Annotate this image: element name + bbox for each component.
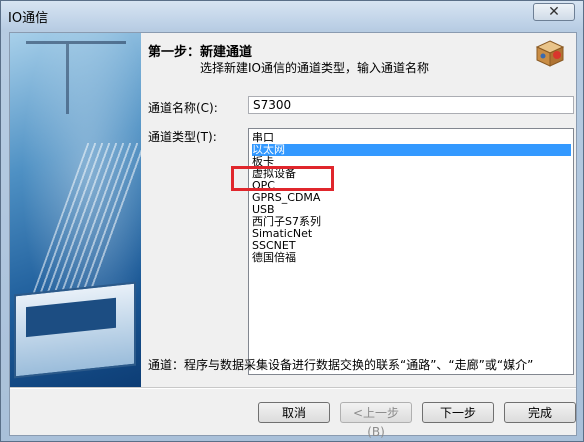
device-graphic bbox=[14, 281, 136, 379]
step-description: 选择新建IO通信的通道类型，输入通道名称 bbox=[200, 61, 429, 75]
finish-button[interactable]: 完成 bbox=[504, 402, 576, 423]
cancel-button[interactable]: 取消 bbox=[258, 402, 330, 423]
title-bar[interactable]: IO通信 ✕ bbox=[1, 1, 583, 29]
channel-description: 通道：程序与数据采集设备进行数据交换的联系“通路”、“走廊”或“媒介” bbox=[148, 358, 534, 372]
next-step-button[interactable]: 下一步 bbox=[422, 402, 494, 423]
channel-type-item[interactable]: 德国倍福 bbox=[252, 252, 571, 264]
window-title: IO通信 bbox=[8, 11, 49, 26]
footer-divider bbox=[10, 387, 576, 389]
channel-type-item[interactable]: GPRS_CDMA bbox=[252, 192, 571, 204]
io-dialog-window: IO通信 ✕ 第一步：新建通道 选择新建IO通信的通道类型，输入通道名称 通道名… bbox=[0, 0, 584, 442]
channel-name-label: 通道名称(C): bbox=[148, 101, 218, 115]
previous-step-button[interactable]: <上一步(B) bbox=[340, 402, 412, 439]
channel-type-item[interactable]: 以太网 bbox=[252, 144, 571, 156]
wizard-banner-image bbox=[10, 33, 141, 387]
dialog-body: 第一步：新建通道 选择新建IO通信的通道类型，输入通道名称 通道名称(C): 通… bbox=[9, 32, 577, 439]
highlight-annotation-box bbox=[231, 166, 334, 191]
channel-name-input[interactable] bbox=[248, 96, 574, 114]
channel-type-item[interactable]: 串口 bbox=[252, 132, 571, 144]
channel-type-item[interactable]: SSCNET bbox=[252, 240, 571, 252]
step-title: 第一步：新建通道 bbox=[148, 45, 253, 60]
crane-graphic bbox=[26, 41, 126, 114]
package-box-icon bbox=[535, 40, 565, 67]
close-button[interactable]: ✕ bbox=[533, 3, 575, 21]
data-stream-graphic bbox=[32, 143, 141, 293]
channel-type-item[interactable]: SimaticNet bbox=[252, 228, 571, 240]
channel-type-label: 通道类型(T): bbox=[148, 130, 217, 144]
